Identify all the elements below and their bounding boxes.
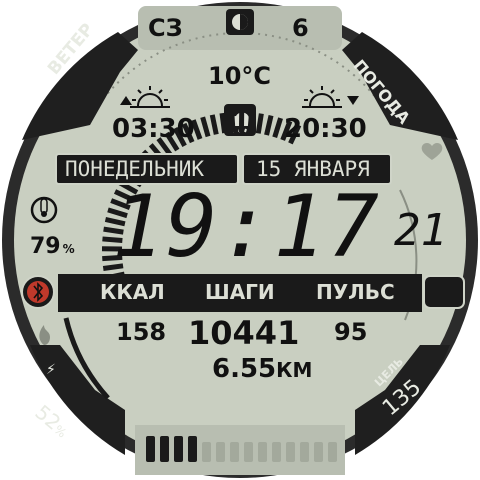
level-bar	[160, 436, 169, 462]
step-progress-tick	[229, 112, 236, 133]
battery-bolt-icon: ⚡	[46, 362, 56, 378]
level-bar	[146, 436, 155, 462]
distance-unit: КМ	[276, 358, 313, 382]
level-bar	[188, 436, 197, 462]
kcal-label: ККАЛ	[100, 280, 165, 304]
humidity-unit: %	[62, 242, 75, 256]
humidity-value: 79	[30, 234, 61, 259]
level-bar	[216, 442, 225, 462]
steps-label: ШАГИ	[205, 280, 275, 304]
level-bar	[244, 442, 253, 462]
watch-face: СЗ 6 10°C 03:30 20:30 ВЕТЕР ПОГОДА 52% ⚡…	[0, 0, 480, 480]
level-bar	[314, 442, 323, 462]
pulse-value: 95	[334, 318, 368, 346]
pulse-label: ПУЛЬС	[316, 280, 395, 304]
wind-direction: СЗ	[148, 14, 183, 42]
steps-value: 10441	[188, 314, 300, 352]
step-progress-tick	[219, 112, 228, 134]
step-progress-tick	[255, 113, 264, 134]
level-bar	[258, 442, 267, 462]
step-progress-tick	[247, 112, 255, 133]
distance-value: 6.55	[212, 354, 277, 384]
time-hours-minutes: 19:17	[112, 177, 381, 277]
kcal-value: 158	[116, 318, 167, 346]
level-bar	[230, 442, 239, 462]
level-bar	[174, 436, 183, 462]
distance: 6.55КМ	[212, 354, 312, 384]
level-bar	[272, 442, 281, 462]
right-status-box[interactable]	[423, 275, 465, 309]
sunrise-time: 03:30	[112, 114, 195, 144]
sunset-time: 20:30	[284, 114, 367, 144]
time-seconds: 21	[394, 205, 447, 256]
level-bar	[328, 442, 337, 462]
temperature: 10°C	[208, 62, 272, 90]
level-bar	[286, 442, 295, 462]
wind-speed: 6	[292, 14, 309, 42]
level-bar	[300, 442, 309, 462]
humidity: 79%	[30, 234, 75, 259]
level-bar	[202, 442, 211, 462]
